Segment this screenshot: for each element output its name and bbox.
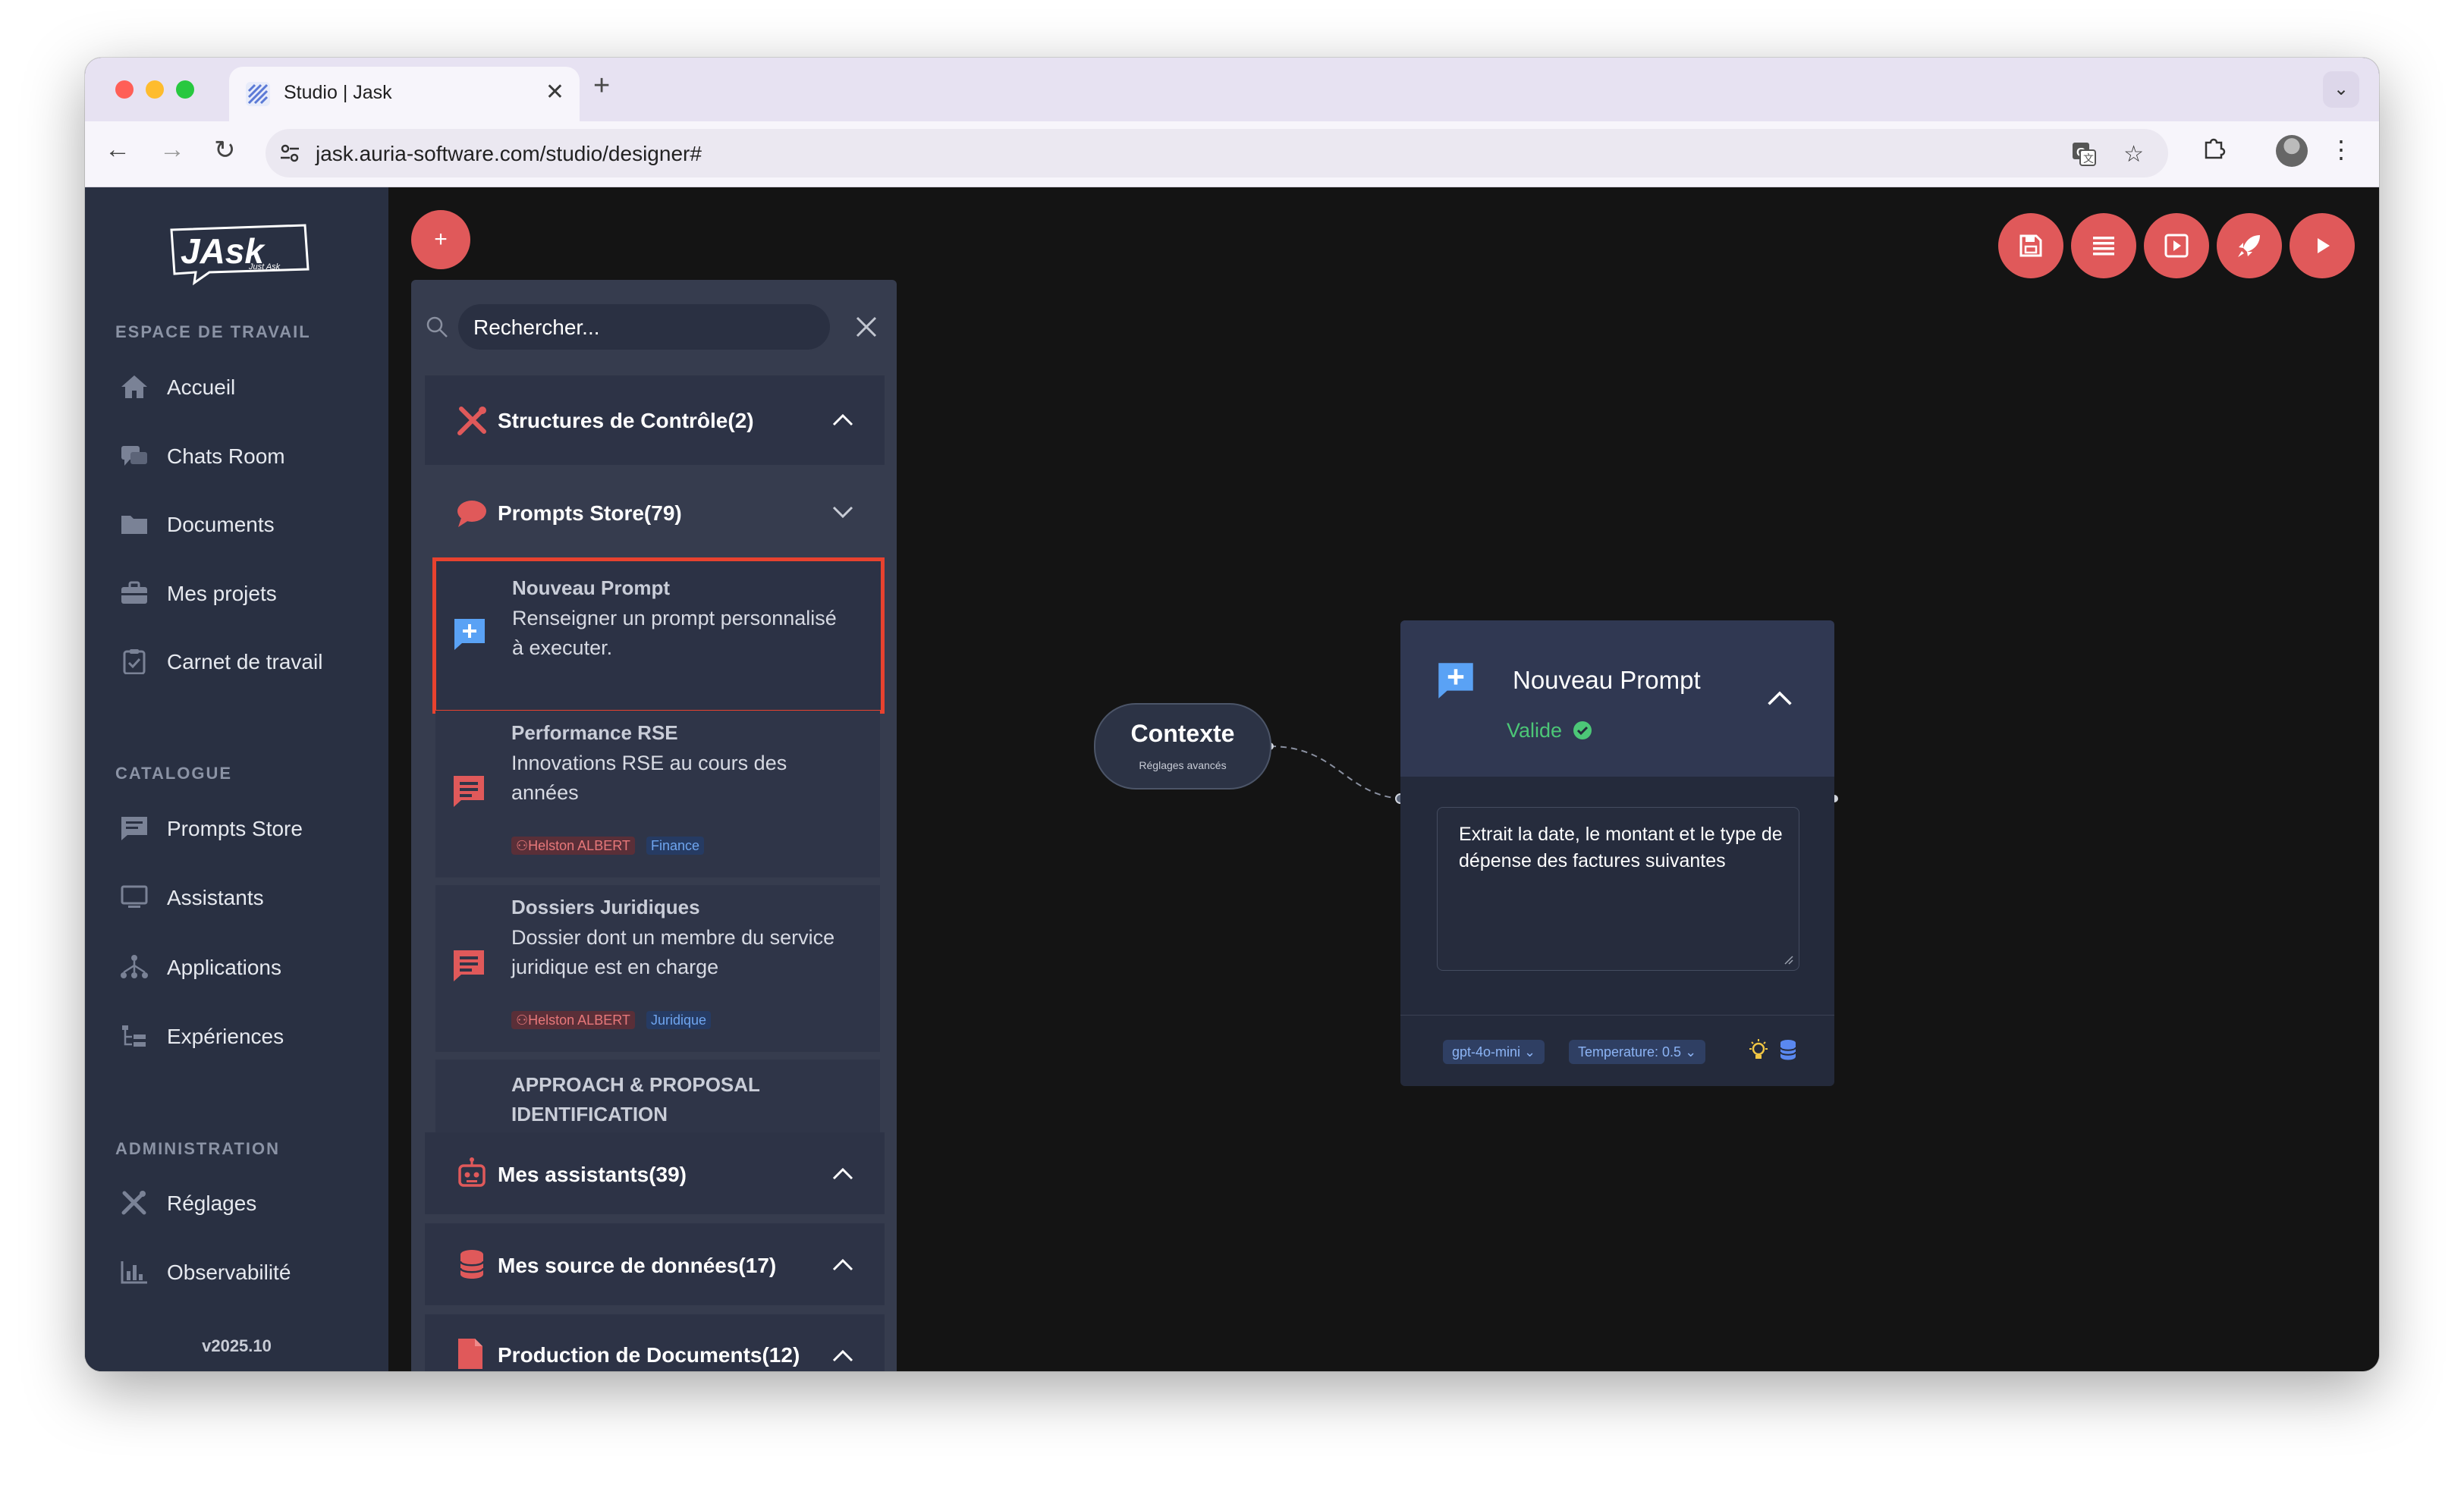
profile-avatar[interactable] — [2276, 135, 2308, 167]
new-tab-button[interactable]: + — [593, 70, 610, 102]
prompt-node-title: Nouveau Prompt — [1513, 666, 1701, 694]
jask-favicon-icon — [246, 82, 270, 106]
temperature-select[interactable]: Temperature: 0.5 ⌄ — [1569, 1040, 1706, 1064]
browser-tab[interactable]: Studio | Jask ✕ — [229, 67, 580, 121]
context-node-subtitle: Réglages avancés — [1139, 759, 1227, 771]
app-area: JAsk Just Ask ESPACE DE TRAVAIL Accueil … — [85, 187, 2379, 1371]
prompt-node[interactable]: Nouveau Prompt Valide Extrait la date, l… — [1400, 620, 1834, 1086]
close-tab-icon[interactable]: ✕ — [545, 79, 564, 105]
extensions-icon[interactable] — [2202, 135, 2227, 167]
reload-button[interactable]: ↻ — [214, 135, 236, 165]
bookmark-star-icon[interactable]: ☆ — [2123, 141, 2144, 168]
prompt-node-footer: gpt-4o-mini ⌄ Temperature: 0.5 ⌄ — [1400, 1015, 1834, 1086]
add-message-icon — [1438, 663, 1473, 699]
lightbulb-icon[interactable] — [1746, 1038, 1771, 1063]
status-badge: Valide — [1507, 719, 1592, 742]
address-bar[interactable]: jask.auria-software.com/studio/designer#… — [266, 129, 2168, 177]
minimize-window-button[interactable] — [146, 80, 164, 99]
prompt-node-header: Nouveau Prompt Valide — [1400, 620, 1834, 777]
url-text: jask.auria-software.com/studio/designer# — [316, 142, 702, 165]
browser-menu-icon[interactable]: ⋮ — [2329, 135, 2353, 164]
resize-handle-icon[interactable] — [1784, 955, 1794, 965]
context-node-title: Contexte — [1130, 720, 1235, 747]
collapse-chevron-up-icon[interactable] — [1766, 689, 1793, 707]
tab-title: Studio | Jask — [284, 82, 392, 103]
forward-button[interactable]: → — [159, 135, 185, 165]
check-circle-icon — [1573, 721, 1592, 739]
close-window-button[interactable] — [115, 80, 134, 99]
browser-toolbar: ← → ↻ jask.auria-software.com/studio/des… — [85, 121, 2379, 187]
site-settings-icon[interactable] — [278, 141, 302, 165]
context-node[interactable]: Contexte Réglages avancés — [1094, 703, 1271, 790]
tab-search-button[interactable]: ⌄ — [2323, 71, 2359, 108]
maximize-window-button[interactable] — [176, 80, 194, 99]
back-button[interactable]: ← — [105, 135, 130, 165]
translate-icon[interactable]: G文 — [2071, 141, 2097, 173]
prompt-textarea[interactable]: Extrait la date, le montant et le type d… — [1437, 807, 1799, 971]
tab-strip: Studio | Jask ✕ + ⌄ — [85, 58, 2379, 121]
browser-window: Studio | Jask ✕ + ⌄ ← → ↻ jask.auria-sof… — [85, 58, 2379, 1371]
database-icon[interactable] — [1778, 1038, 1798, 1061]
model-select[interactable]: gpt-4o-mini ⌄ — [1443, 1040, 1545, 1064]
svg-text:文: 文 — [2083, 152, 2094, 165]
prompt-text: Extrait la date, le montant et le type d… — [1459, 824, 1783, 871]
